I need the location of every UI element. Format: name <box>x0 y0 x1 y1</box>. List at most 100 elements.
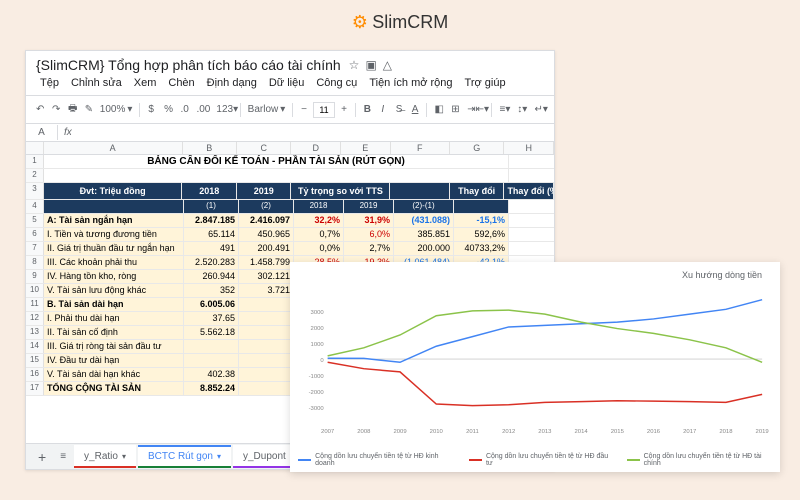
cell[interactable]: -15,1% <box>454 214 509 227</box>
menu-dữ liệu[interactable]: Dữ liệu <box>269 77 305 89</box>
col-header[interactable]: G <box>450 142 504 154</box>
menu-chỉnh sửa[interactable]: Chỉnh sửa <box>71 77 122 89</box>
cell[interactable]: B. Tài sản dài hạn <box>44 298 184 311</box>
cell[interactable]: 2.847.185 <box>184 214 239 227</box>
cell[interactable]: 260.944 <box>184 270 239 283</box>
fill-color-button[interactable]: ◧ <box>430 102 445 117</box>
menu-xem[interactable]: Xem <box>134 77 157 89</box>
sheet-tab[interactable]: y_Ratio▾ <box>74 445 136 468</box>
cell[interactable]: Đvt: Triệu đồng <box>44 183 183 199</box>
chart-panel[interactable]: Xu hướng dòng tiền -3000-2000-1000010002… <box>290 262 780 472</box>
star-icon[interactable]: ☆ <box>349 58 360 72</box>
borders-button[interactable]: ⊞ <box>447 102 461 117</box>
cell[interactable]: (2)-(1) <box>394 200 454 213</box>
cell[interactable]: TỔNG CỘNG TÀI SẢN <box>44 382 184 395</box>
cell[interactable]: 2019 <box>344 200 394 213</box>
cell[interactable]: II. Giá trị thuần đầu tư ngắn hạn <box>44 242 184 255</box>
cell[interactable] <box>239 382 294 395</box>
cell[interactable]: 5.562.18 <box>184 326 239 339</box>
print-button[interactable]: 🖶 <box>64 99 79 120</box>
cell[interactable] <box>239 326 294 339</box>
cell[interactable]: 6.005.06 <box>184 298 239 311</box>
cell[interactable]: 6,0% <box>344 228 394 241</box>
col-header[interactable]: D <box>291 142 341 154</box>
cell[interactable] <box>184 340 239 353</box>
wrap-button[interactable]: ↵▾ <box>530 102 548 117</box>
cell[interactable] <box>44 200 184 213</box>
cell[interactable]: 491 <box>184 242 239 255</box>
all-sheets-button[interactable]: ≡ <box>54 451 72 462</box>
cell[interactable]: III. Các khoản phải thu <box>44 256 184 269</box>
cell[interactable]: (2) <box>239 200 294 213</box>
cell[interactable] <box>239 354 294 367</box>
col-header[interactable]: F <box>391 142 450 154</box>
cell[interactable]: (431.088) <box>394 214 454 227</box>
more-formats-button[interactable]: 123▾ <box>212 102 236 117</box>
font-inc-button[interactable]: + <box>337 102 351 117</box>
text-color-button[interactable]: A <box>408 102 422 117</box>
cell[interactable]: 2018 <box>294 200 344 213</box>
align-button[interactable]: ≡▾ <box>496 102 512 117</box>
bold-button[interactable]: B <box>360 102 374 117</box>
cell[interactable]: 200.491 <box>239 242 294 255</box>
cell[interactable] <box>454 200 509 213</box>
menu-định dạng[interactable]: Định dạng <box>207 77 257 89</box>
cell[interactable]: 352 <box>184 284 239 297</box>
currency-button[interactable]: $ <box>144 102 158 117</box>
zoom-dropdown[interactable]: 100%▾ <box>97 103 136 116</box>
col-header[interactable]: B <box>183 142 237 154</box>
move-icon[interactable]: ▣ <box>365 58 376 72</box>
cell[interactable]: 8.852.24 <box>184 382 239 395</box>
decimal-inc-button[interactable]: .00 <box>192 102 210 117</box>
menu-tệp[interactable]: Tệp <box>40 77 59 89</box>
decimal-dec-button[interactable]: .0 <box>176 102 190 117</box>
cell[interactable]: IV. Hàng tồn kho, ròng <box>44 270 184 283</box>
cell[interactable]: 2.416.097 <box>239 214 294 227</box>
font-dec-button[interactable]: − <box>297 102 311 117</box>
menu-công cụ[interactable]: Công cụ <box>316 77 357 89</box>
col-header[interactable]: E <box>341 142 391 154</box>
cell[interactable]: 200.000 <box>394 242 454 255</box>
cell[interactable]: 2.520.283 <box>184 256 239 269</box>
add-sheet-button[interactable]: + <box>32 449 52 465</box>
cell[interactable]: 402.38 <box>184 368 239 381</box>
cell[interactable]: Tỷ trọng so với TTS <box>291 183 390 199</box>
font-dropdown[interactable]: Barlow▾ <box>245 103 289 116</box>
col-header[interactable]: C <box>237 142 291 154</box>
col-header[interactable]: A <box>44 142 183 154</box>
cell[interactable]: 32,2% <box>294 214 344 227</box>
cell[interactable]: Thay đổi <box>450 183 505 199</box>
cell[interactable]: 1.458.799 <box>239 256 294 269</box>
cell[interactable]: 592,6% <box>454 228 509 241</box>
cell[interactable]: 450.965 <box>239 228 294 241</box>
cell[interactable] <box>239 312 294 325</box>
cell[interactable]: 37.65 <box>184 312 239 325</box>
cell[interactable]: 2019 <box>237 183 292 199</box>
redo-button[interactable]: ↷ <box>48 102 62 117</box>
cell[interactable]: 2018 <box>182 183 237 199</box>
cell[interactable]: (1) <box>184 200 239 213</box>
merge-button[interactable]: ⇥⇤▾ <box>463 102 487 117</box>
italic-button[interactable]: I <box>376 102 390 117</box>
cell[interactable]: V. Tài sản lưu động khác <box>44 284 184 297</box>
percent-button[interactable]: % <box>160 102 174 117</box>
cell[interactable]: 40733,2% <box>454 242 509 255</box>
strike-button[interactable]: S̶ <box>392 102 406 117</box>
menu-tiện ích mở rộng[interactable]: Tiện ích mở rộng <box>369 77 452 89</box>
valign-button[interactable]: ↕▾ <box>513 102 528 117</box>
cell[interactable]: 385.851 <box>394 228 454 241</box>
cell-reference[interactable]: A <box>26 125 58 140</box>
cell[interactable]: 0,0% <box>294 242 344 255</box>
cell[interactable] <box>390 183 449 199</box>
cell[interactable]: A: Tài sản ngắn hạn <box>44 214 184 227</box>
cell[interactable]: III. Giá trị ròng tài sản đầu tư <box>44 340 184 353</box>
cell[interactable]: V. Tài sản dài hạn khác <box>44 368 184 381</box>
col-header[interactable]: H <box>504 142 554 154</box>
cell[interactable] <box>184 354 239 367</box>
sheet-tab[interactable]: BCTC Rút gọn▾ <box>138 445 231 468</box>
cell[interactable] <box>239 340 294 353</box>
cell[interactable]: 302.121 <box>239 270 294 283</box>
cell[interactable]: 0,7% <box>294 228 344 241</box>
cell[interactable]: 65.114 <box>184 228 239 241</box>
menu-chèn[interactable]: Chèn <box>168 77 194 89</box>
